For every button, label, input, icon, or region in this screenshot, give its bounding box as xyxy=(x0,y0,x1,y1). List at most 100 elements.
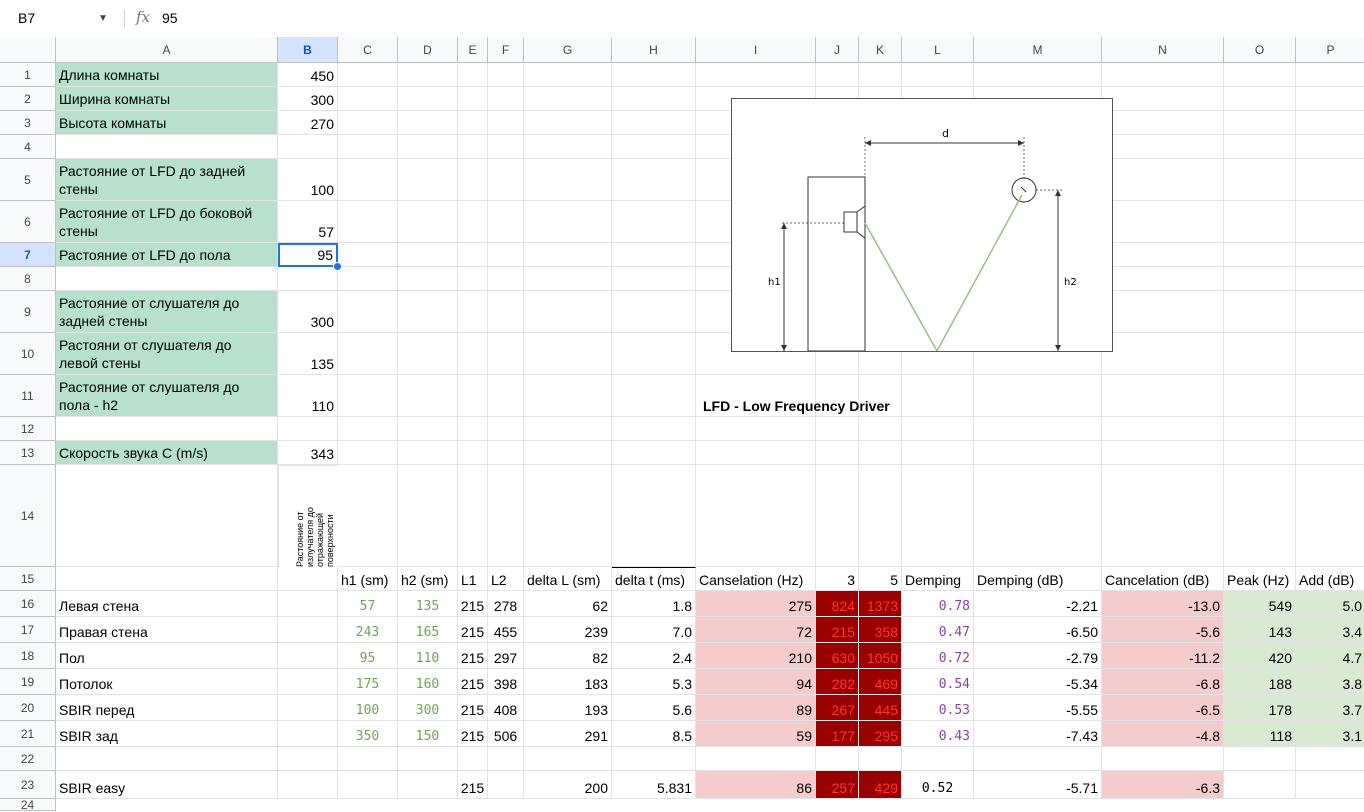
formula-input[interactable]: 95 xyxy=(162,10,178,26)
cell-d18[interactable]: 110 xyxy=(398,643,458,669)
cell-f22[interactable] xyxy=(488,747,524,771)
fill-handle[interactable] xyxy=(333,262,342,271)
cell-b6[interactable]: 57 xyxy=(278,201,338,243)
cell-h9[interactable] xyxy=(612,291,696,333)
cell-p2[interactable] xyxy=(1296,87,1364,111)
cell-e19[interactable]: 215 xyxy=(458,669,488,695)
cell-c12[interactable] xyxy=(338,417,398,441)
cell-h5[interactable] xyxy=(612,159,696,201)
cell-e11[interactable] xyxy=(458,375,488,417)
cell-n19[interactable]: -6.8 xyxy=(1102,669,1224,695)
cell-c5[interactable] xyxy=(338,159,398,201)
table-header-j[interactable]: 3 xyxy=(816,567,859,591)
cell-b17[interactable] xyxy=(278,617,338,643)
row-header-24[interactable]: 24 xyxy=(0,798,56,812)
cell-p13[interactable] xyxy=(1296,441,1364,465)
cell-n9[interactable] xyxy=(1102,291,1224,333)
table-header-m[interactable]: Demping (dB) xyxy=(974,567,1102,591)
cell-g1[interactable] xyxy=(524,63,612,87)
cell-l17[interactable]: 0.47 xyxy=(902,617,974,643)
cell-g11[interactable] xyxy=(524,375,612,417)
cell-c17[interactable]: 243 xyxy=(338,617,398,643)
row-header-6[interactable]: 6 xyxy=(0,201,56,243)
column-header-k[interactable]: K xyxy=(859,37,902,63)
cell-i12[interactable] xyxy=(696,417,816,441)
table-header-d[interactable]: h2 (sm) xyxy=(398,567,458,591)
cell-o20[interactable]: 178 xyxy=(1224,695,1296,721)
column-header-p[interactable]: P xyxy=(1296,37,1364,63)
row-header-16[interactable]: 16 xyxy=(0,591,56,617)
cell-c4[interactable] xyxy=(338,135,398,159)
cell-h22[interactable] xyxy=(612,747,696,771)
cell-k16[interactable]: 1373 xyxy=(859,591,902,617)
cell-e10[interactable] xyxy=(458,333,488,375)
row-header-4[interactable]: 4 xyxy=(0,135,56,159)
cell-e20[interactable]: 215 xyxy=(458,695,488,721)
cell-b21[interactable] xyxy=(278,721,338,747)
cell-m21[interactable]: -7.43 xyxy=(974,721,1102,747)
cell-b10[interactable]: 135 xyxy=(278,333,338,375)
cell-b22[interactable] xyxy=(278,747,338,771)
cell-a8[interactable] xyxy=(56,267,278,291)
cell-b19[interactable] xyxy=(278,669,338,695)
cell-c10[interactable] xyxy=(338,333,398,375)
name-box[interactable]: B7 ▼ xyxy=(6,6,116,30)
cell-o5[interactable] xyxy=(1224,159,1296,201)
cell-l20[interactable]: 0.53 xyxy=(902,695,974,721)
cell-e21[interactable]: 215 xyxy=(458,721,488,747)
cell-e16[interactable]: 215 xyxy=(458,591,488,617)
cell-a19[interactable]: Потолок xyxy=(56,669,278,695)
cell-o14[interactable] xyxy=(1224,465,1296,567)
cell-i23[interactable]: 86 xyxy=(696,771,816,799)
cell-d8[interactable] xyxy=(398,267,458,291)
cell-e12[interactable] xyxy=(458,417,488,441)
cell-h7[interactable] xyxy=(612,243,696,267)
cell-h4[interactable] xyxy=(612,135,696,159)
cell-l23[interactable]: 0.52 xyxy=(902,771,974,799)
table-header-i[interactable]: Canselation (Hz) xyxy=(696,567,816,591)
cell-d14[interactable] xyxy=(398,465,458,567)
cell-g12[interactable] xyxy=(524,417,612,441)
cell-a13[interactable]: Скорость звука C (m/s) xyxy=(56,441,278,465)
cell-o2[interactable] xyxy=(1224,87,1296,111)
table-header-o[interactable]: Peak (Hz) xyxy=(1224,567,1296,591)
cell-o18[interactable]: 420 xyxy=(1224,643,1296,669)
cell-a15[interactable] xyxy=(56,567,278,591)
cell-p22[interactable] xyxy=(1296,747,1364,771)
cell-n18[interactable]: -11.2 xyxy=(1102,643,1224,669)
cell-n2[interactable] xyxy=(1102,87,1224,111)
cell-p9[interactable] xyxy=(1296,291,1364,333)
cell-k21[interactable]: 295 xyxy=(859,721,902,747)
cell-d23[interactable] xyxy=(398,771,458,799)
column-header-l[interactable]: L xyxy=(902,37,974,63)
cell-b12[interactable] xyxy=(278,417,338,441)
cell-i13[interactable] xyxy=(696,441,816,465)
cell-j20[interactable]: 267 xyxy=(816,695,859,721)
cell-l16[interactable]: 0.78 xyxy=(902,591,974,617)
cell-k20[interactable]: 445 xyxy=(859,695,902,721)
cell-c23[interactable] xyxy=(338,771,398,799)
cell-a1[interactable]: Длина комнаты xyxy=(56,63,278,87)
cell-n17[interactable]: -5.6 xyxy=(1102,617,1224,643)
cell-o22[interactable] xyxy=(1224,747,1296,771)
cell-e23[interactable]: 215 xyxy=(458,771,488,799)
cell-h14[interactable] xyxy=(612,465,696,567)
cell-n4[interactable] xyxy=(1102,135,1224,159)
cell-d13[interactable] xyxy=(398,441,458,465)
cell-b15[interactable] xyxy=(278,567,338,591)
row-header-1[interactable]: 1 xyxy=(0,63,56,87)
cell-o21[interactable]: 118 xyxy=(1224,721,1296,747)
cell-d11[interactable] xyxy=(398,375,458,417)
cell-a20[interactable]: SBIR перед xyxy=(56,695,278,721)
cell-m16[interactable]: -2.21 xyxy=(974,591,1102,617)
cell-g3[interactable] xyxy=(524,111,612,135)
cell-j1[interactable] xyxy=(816,63,859,87)
cell-a2[interactable]: Ширина комнаты xyxy=(56,87,278,111)
cell-c22[interactable] xyxy=(338,747,398,771)
chevron-down-icon[interactable]: ▼ xyxy=(98,13,108,24)
cell-o23[interactable] xyxy=(1224,771,1296,799)
cell-n5[interactable] xyxy=(1102,159,1224,201)
column-header-e[interactable]: E xyxy=(458,37,488,63)
cell-m11[interactable] xyxy=(974,375,1102,417)
cell-b16[interactable] xyxy=(278,591,338,617)
